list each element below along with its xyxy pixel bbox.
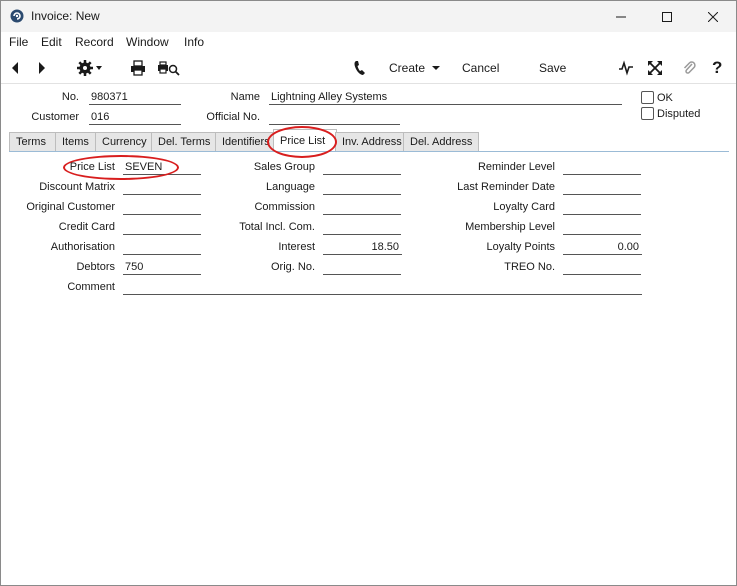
last-reminder-date-field[interactable] [563, 180, 641, 195]
print-icon[interactable] [130, 58, 146, 78]
debtors-field[interactable]: 750 [123, 260, 201, 275]
membership-level-label: Membership Level [465, 221, 555, 233]
treo-no-label: TREO No. [504, 261, 555, 273]
name-label: Name [230, 91, 260, 103]
tab-items[interactable]: Items [55, 132, 97, 151]
discount-matrix-label: Discount Matrix [39, 181, 115, 193]
loyalty-points-field[interactable]: 0.00 [563, 240, 642, 255]
activity-icon[interactable] [618, 58, 634, 78]
tab-underline [9, 151, 729, 152]
title-bar: Invoice: New [1, 1, 736, 32]
create-label: Create [389, 61, 426, 75]
official-no-label: Official No. [206, 111, 260, 123]
authorisation-field[interactable] [123, 240, 201, 255]
previous-record-icon[interactable] [10, 58, 20, 78]
disputed-checkbox[interactable] [641, 107, 654, 120]
loyalty-points-label: Loyalty Points [486, 241, 555, 253]
credit-card-field[interactable] [123, 220, 201, 235]
loyalty-card-field[interactable] [563, 200, 641, 215]
no-label: No. [61, 91, 79, 103]
create-button[interactable]: Create [389, 58, 443, 78]
no-field[interactable]: 980371 [89, 90, 181, 105]
reminder-level-label: Reminder Level [477, 161, 555, 173]
toolbar: Create Cancel Save ? [1, 52, 736, 84]
language-field[interactable] [323, 180, 401, 195]
cancel-label: Cancel [462, 61, 500, 75]
authorisation-label: Authorisation [50, 241, 115, 253]
total-incl-com-field[interactable] [323, 220, 401, 235]
customer-label: Customer [31, 111, 79, 123]
credit-card-label: Credit Card [58, 221, 115, 233]
loyalty-card-label: Loyalty Card [493, 201, 555, 213]
gear-icon[interactable] [76, 58, 104, 78]
commission-field[interactable] [323, 200, 401, 215]
menu-window[interactable]: Window [126, 35, 169, 49]
save-label: Save [539, 61, 567, 75]
commission-label: Commission [254, 201, 315, 213]
comment-label: Comment [67, 281, 115, 293]
total-incl-com-label: Total Incl. Com. [239, 221, 315, 233]
interest-label: Interest [278, 241, 315, 253]
invoice-window: Invoice: New File Edit Record Window Inf… [0, 0, 737, 586]
price-list-label: Price List [69, 161, 115, 173]
sales-group-label: Sales Group [253, 161, 315, 173]
comment-field[interactable] [123, 280, 642, 295]
reminder-level-field[interactable] [563, 160, 641, 175]
tab-price-list[interactable]: Price List [273, 129, 337, 152]
window-title: Invoice: New [31, 9, 100, 23]
ok-checkbox[interactable] [641, 91, 654, 104]
menu-edit[interactable]: Edit [41, 35, 62, 49]
interest-field[interactable]: 18.50 [323, 240, 402, 255]
menu-info[interactable]: Info [184, 35, 204, 49]
tab-del-terms[interactable]: Del. Terms [151, 132, 217, 151]
invoice-form: No. 980371 Name Lightning Alley Systems … [1, 84, 736, 585]
minimize-button[interactable] [598, 1, 644, 32]
help-icon[interactable]: ? [712, 58, 722, 78]
next-record-icon[interactable] [37, 58, 47, 78]
debtors-label: Debtors [76, 261, 115, 273]
price-list-field[interactable]: SEVEN [123, 160, 201, 175]
membership-level-field[interactable] [563, 220, 641, 235]
name-field[interactable]: Lightning Alley Systems [269, 90, 622, 105]
customer-field[interactable]: 016 [89, 110, 181, 125]
tab-terms[interactable]: Terms [9, 132, 57, 151]
orig-no-label: Orig. No. [270, 261, 315, 273]
ok-label: OK [657, 92, 673, 104]
treo-no-field[interactable] [563, 260, 641, 275]
tab-currency[interactable]: Currency [95, 132, 155, 151]
last-reminder-date-label: Last Reminder Date [457, 181, 555, 193]
sales-group-field[interactable] [323, 160, 401, 175]
language-label: Language [266, 181, 315, 193]
phone-icon[interactable] [353, 58, 367, 78]
original-customer-field[interactable] [123, 200, 201, 215]
official-no-field[interactable] [269, 110, 400, 125]
orig-no-field[interactable] [323, 260, 401, 275]
attachment-icon[interactable] [682, 58, 696, 78]
original-customer-label: Original Customer [26, 201, 115, 213]
close-button[interactable] [690, 1, 736, 32]
tab-inv-address[interactable]: Inv. Address [335, 132, 409, 151]
menu-file[interactable]: File [9, 35, 28, 49]
expand-icon[interactable] [647, 58, 663, 78]
tab-del-address[interactable]: Del. Address [403, 132, 479, 151]
menu-bar: File Edit Record Window Info [1, 32, 736, 52]
save-button[interactable]: Save [539, 58, 566, 78]
cancel-button[interactable]: Cancel [462, 58, 499, 78]
chevron-down-icon [432, 66, 441, 70]
app-logo-icon [10, 9, 24, 23]
tab-identifiers[interactable]: Identifiers [215, 132, 275, 151]
disputed-label: Disputed [657, 108, 701, 120]
discount-matrix-field[interactable] [123, 180, 201, 195]
maximize-button[interactable] [644, 1, 690, 32]
print-preview-icon[interactable] [157, 58, 181, 78]
menu-record[interactable]: Record [75, 35, 114, 49]
